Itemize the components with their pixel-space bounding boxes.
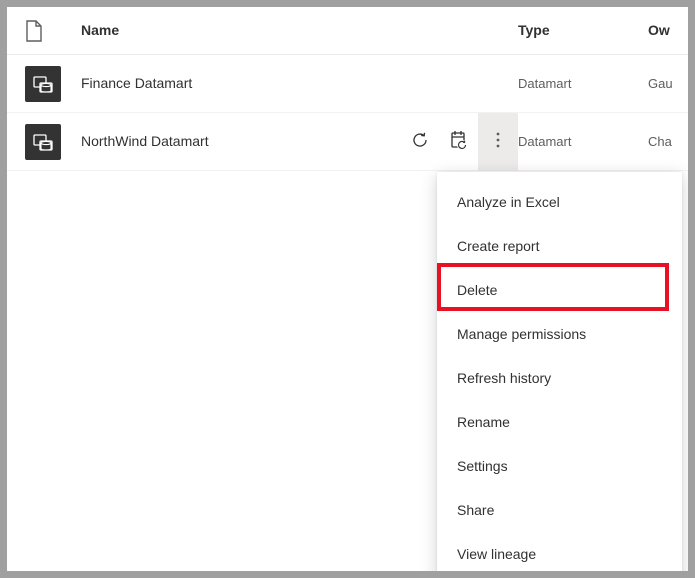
schedule-refresh-icon [449, 130, 467, 153]
datamart-icon [25, 124, 61, 160]
file-icon [25, 20, 43, 42]
table-row[interactable]: Finance Datamart Datamart Gau [7, 55, 688, 113]
menu-item-label: Refresh history [457, 370, 551, 386]
datamart-icon [25, 66, 61, 102]
row-type-cell: Datamart [518, 75, 648, 93]
header-icon-cell [25, 20, 81, 42]
row-owner-cell: Cha [648, 133, 688, 151]
header-owner-cell[interactable]: Ow [648, 22, 688, 40]
menu-item-label: Manage permissions [457, 326, 586, 342]
item-owner: Gau [648, 76, 673, 91]
item-type: Datamart [518, 134, 571, 149]
item-name[interactable]: NorthWind Datamart [81, 133, 209, 149]
menu-item-label: Create report [457, 238, 539, 254]
row-icon-cell [25, 124, 81, 160]
more-vertical-icon [496, 132, 500, 151]
table-row[interactable]: NorthWind Datamart [7, 113, 688, 171]
refresh-button[interactable] [402, 124, 438, 160]
header-type-cell[interactable]: Type [518, 22, 648, 40]
menu-item-analyze-excel[interactable]: Analyze in Excel [437, 180, 682, 224]
schedule-refresh-button[interactable] [440, 124, 476, 160]
menu-item-settings[interactable]: Settings [437, 444, 682, 488]
menu-item-create-report[interactable]: Create report [437, 224, 682, 268]
item-type: Datamart [518, 76, 571, 91]
menu-item-delete[interactable]: Delete [437, 268, 682, 312]
header-type-label: Type [518, 22, 550, 38]
refresh-icon [411, 131, 429, 152]
row-name-cell: NorthWind Datamart [81, 133, 378, 151]
row-type-cell: Datamart [518, 133, 648, 151]
menu-item-label: Settings [457, 458, 508, 474]
header-name-cell[interactable]: Name [81, 22, 378, 40]
row-icon-cell [25, 66, 81, 102]
menu-item-rename[interactable]: Rename [437, 400, 682, 444]
menu-item-manage-permissions[interactable]: Manage permissions [437, 312, 682, 356]
row-actions-cell [378, 113, 518, 171]
item-name[interactable]: Finance Datamart [81, 75, 192, 91]
menu-item-label: Rename [457, 414, 510, 430]
header-owner-label: Ow [648, 22, 670, 38]
menu-item-refresh-history[interactable]: Refresh history [437, 356, 682, 400]
menu-item-share[interactable]: Share [437, 488, 682, 532]
menu-item-view-lineage[interactable]: View lineage [437, 532, 682, 571]
header-name-label: Name [81, 22, 119, 38]
menu-item-label: Delete [457, 282, 497, 298]
menu-item-label: Analyze in Excel [457, 194, 560, 210]
menu-item-label: View lineage [457, 546, 536, 562]
table-header-row: Name Type Ow [7, 7, 688, 55]
context-menu: Analyze in Excel Create report Delete Ma… [437, 172, 682, 571]
item-owner: Cha [648, 134, 672, 149]
workspace-list-panel: Name Type Ow Finance Datamart [7, 7, 688, 571]
more-options-button[interactable] [478, 113, 518, 171]
row-owner-cell: Gau [648, 75, 688, 93]
menu-item-label: Share [457, 502, 494, 518]
row-name-cell: Finance Datamart [81, 75, 378, 93]
